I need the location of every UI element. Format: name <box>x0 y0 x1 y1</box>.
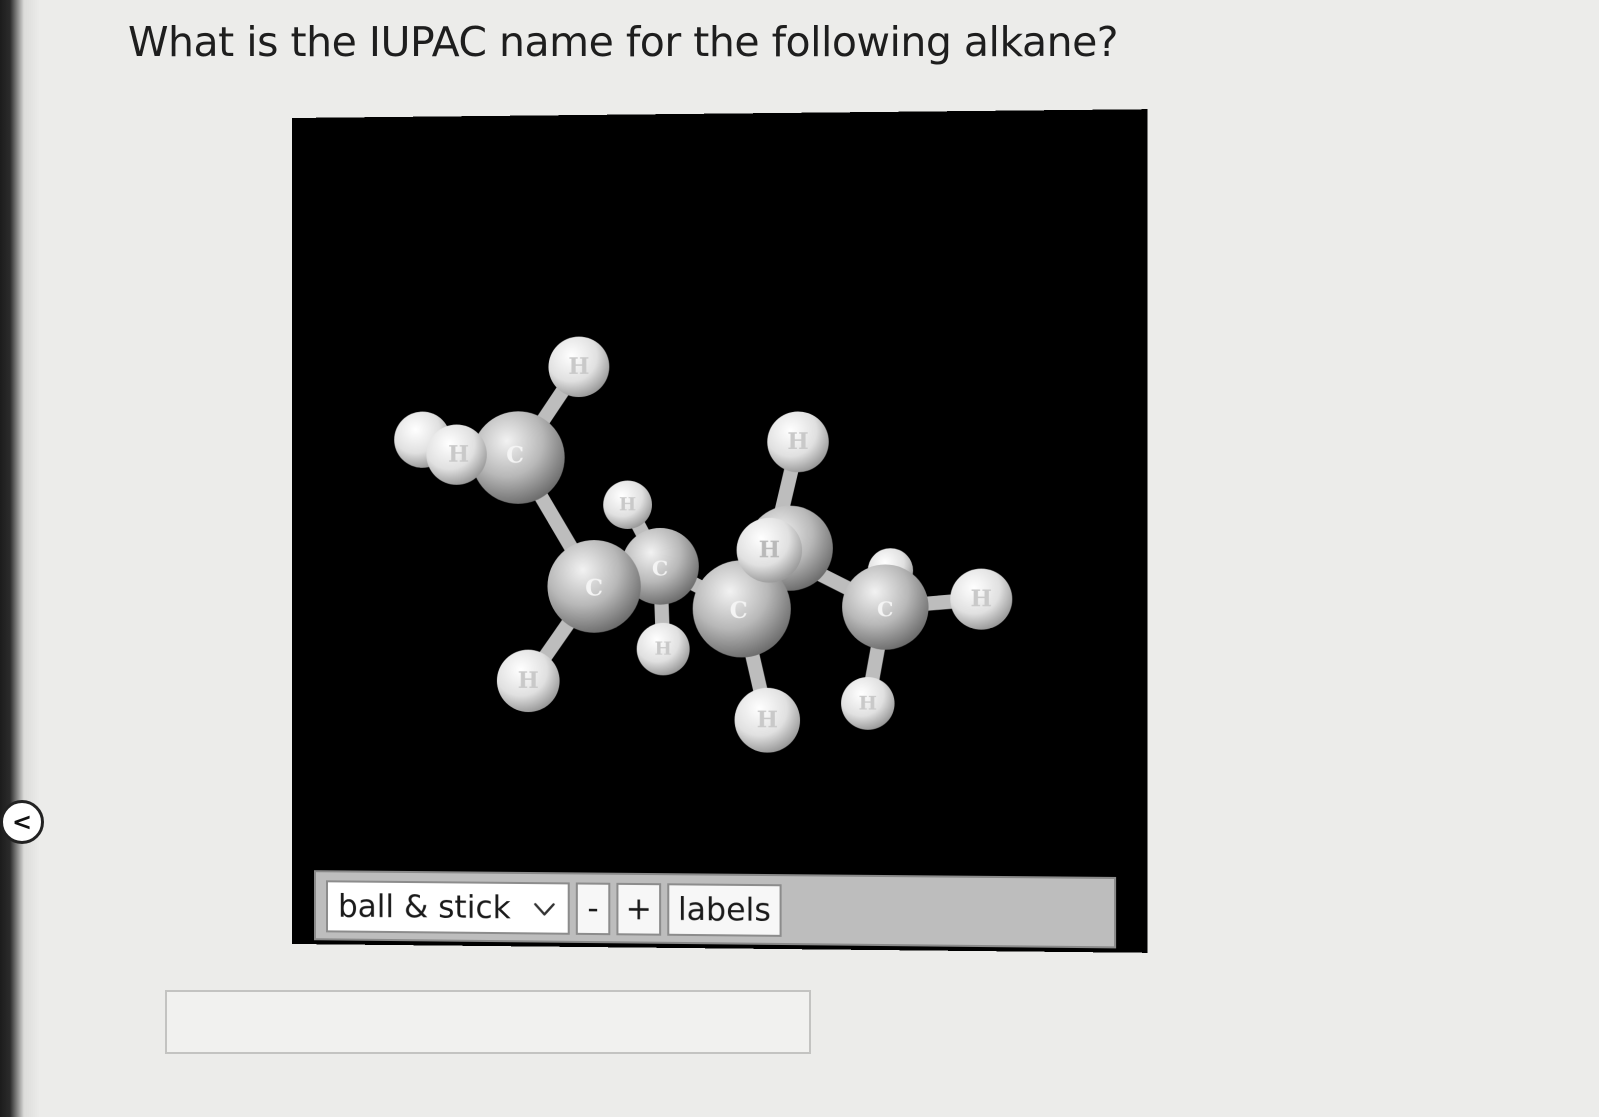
svg-text:C: C <box>877 597 893 621</box>
screen-bezel <box>0 0 40 1117</box>
hydrogen-atom: H <box>950 569 1012 630</box>
labels-toggle-button[interactable]: labels <box>667 883 781 937</box>
viewer-toolbar: ball & stick - + labels <box>314 870 1116 948</box>
svg-text:H: H <box>518 668 539 694</box>
render-mode-value: ball & stick <box>338 888 511 926</box>
hydrogen-atom: H <box>735 688 800 753</box>
atoms: C H H H C C H H H C H H C H H <box>394 335 1012 754</box>
svg-text:C: C <box>585 575 603 601</box>
svg-text:C: C <box>652 556 668 580</box>
hydrogen-atom: H <box>637 623 690 676</box>
chevron-left-icon: < <box>12 808 32 836</box>
zoom-out-button[interactable]: - <box>576 882 610 935</box>
hydrogen-atom: H <box>841 677 894 730</box>
molecule-viewer[interactable]: C H H H C C H H H C H H C H H ball & sti… <box>292 109 1147 953</box>
svg-text:H: H <box>655 638 672 659</box>
svg-text:H: H <box>970 586 991 612</box>
hydrogen-atom: H <box>548 336 609 397</box>
carbon-atom: C <box>547 540 640 633</box>
render-mode-select[interactable]: ball & stick <box>326 880 570 934</box>
svg-text:C: C <box>730 598 748 624</box>
question-text: What is the IUPAC name for the following… <box>128 18 1118 66</box>
molecule-canvas[interactable]: C H H H C C H H H C H H C H H <box>292 109 1147 875</box>
svg-text:H: H <box>448 442 469 468</box>
svg-text:H: H <box>787 429 808 455</box>
hydrogen-atom: H <box>737 518 802 583</box>
answer-input[interactable] <box>165 990 811 1054</box>
zoom-in-button[interactable]: + <box>616 883 661 936</box>
svg-text:H: H <box>859 692 878 714</box>
hydrogen-atom: H <box>426 424 486 484</box>
svg-text:H: H <box>568 354 589 380</box>
carbon-atom: C <box>842 564 928 649</box>
svg-text:C: C <box>506 442 524 468</box>
hydrogen-atom: H <box>603 481 652 529</box>
back-button[interactable]: < <box>0 800 44 844</box>
svg-text:H: H <box>757 707 778 733</box>
hydrogen-atom: H <box>497 650 560 713</box>
hydrogen-atom: H <box>767 411 828 472</box>
svg-text:H: H <box>619 494 636 515</box>
chevron-down-icon <box>531 896 557 922</box>
svg-text:H: H <box>759 537 780 563</box>
